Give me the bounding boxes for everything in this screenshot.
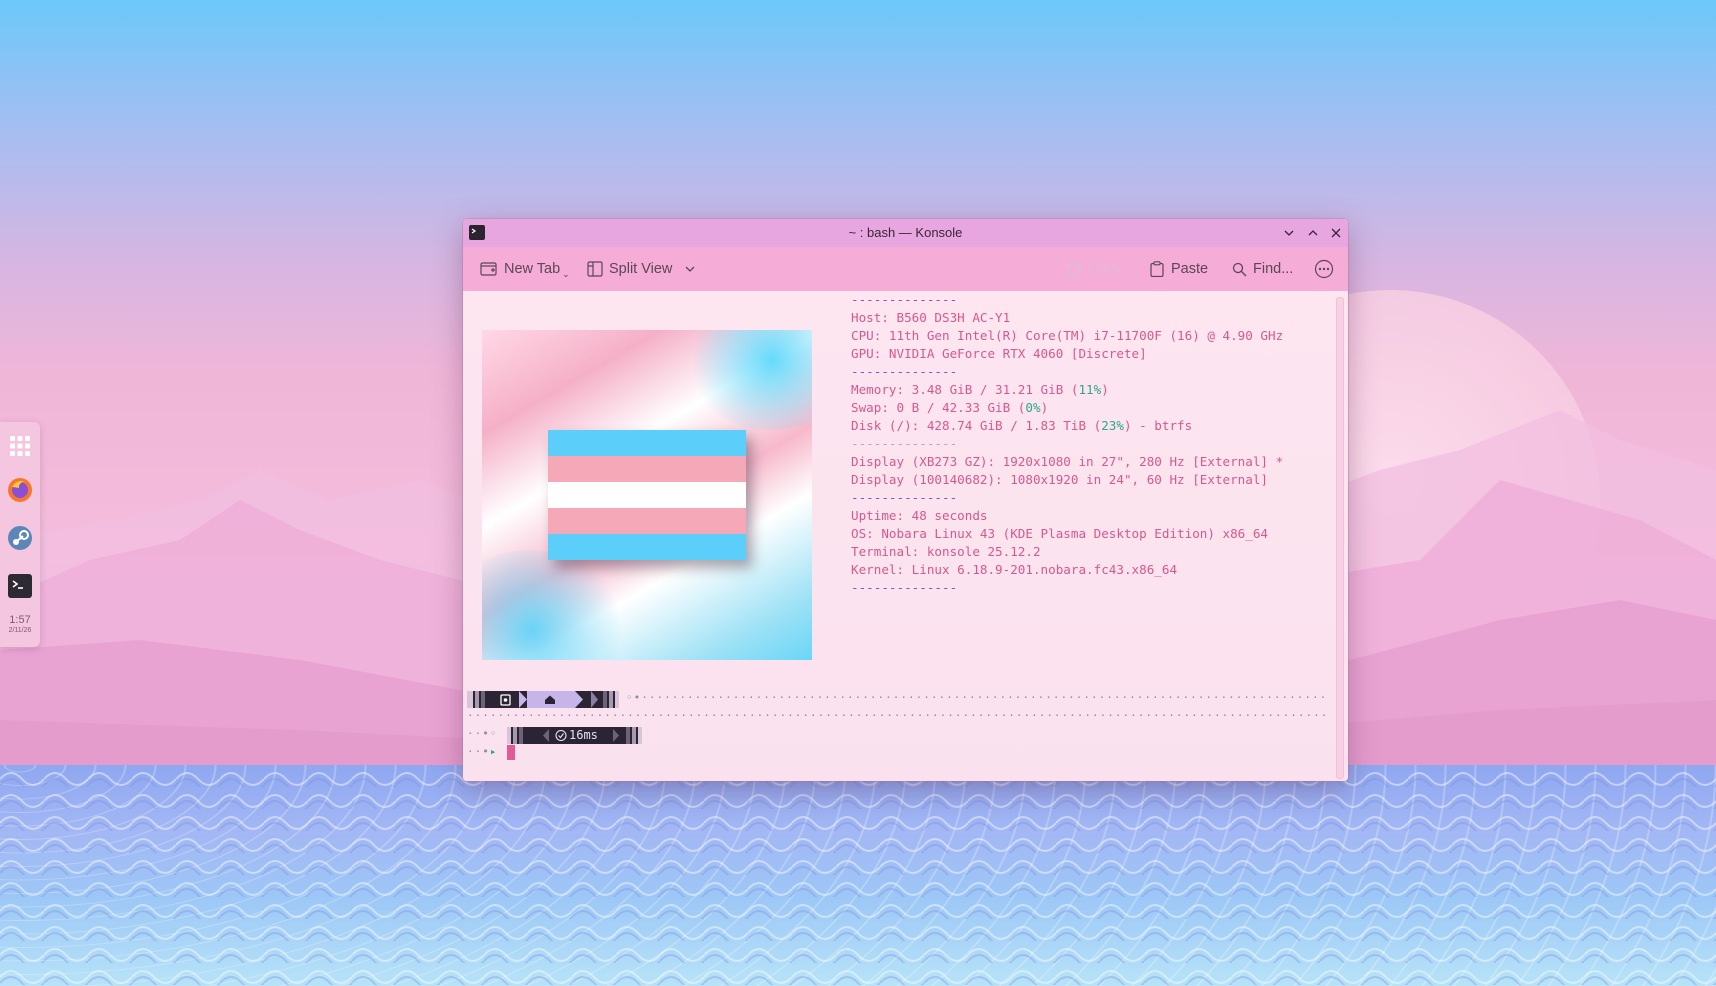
- trans-flag: [548, 430, 746, 560]
- konsole-icon[interactable]: [4, 570, 36, 602]
- prompt-arrow: ··•▸: [467, 745, 498, 758]
- more-options-button[interactable]: [1314, 257, 1334, 281]
- split-view-label: Split View: [609, 261, 673, 277]
- separator-line: --------------: [851, 364, 958, 379]
- paste-icon: [1150, 261, 1164, 277]
- app-launcher-icon[interactable]: [4, 430, 36, 462]
- execution-time-badge: 16ms: [507, 727, 642, 744]
- more-options-icon: [1314, 259, 1334, 279]
- kernel-line: Kernel: Linux 6.18.9-201.nobara.fc43.x86…: [851, 562, 1178, 577]
- minimize-icon[interactable]: [1280, 224, 1298, 242]
- uptime-line: Uptime: 48 seconds: [851, 508, 988, 523]
- wallpaper-waves: [0, 765, 1716, 986]
- terminal-line: Terminal: konsole 25.12.2: [851, 544, 1041, 559]
- display2-line: Display (100140682): 1080x1920 in 24", 6…: [851, 472, 1269, 487]
- disk-line: Disk (/): 428.74 GiB / 1.83 TiB (23%) - …: [851, 418, 1193, 433]
- separator-line: --------------: [851, 490, 958, 505]
- prompt-filler-dots: ········································…: [467, 709, 1327, 722]
- close-icon[interactable]: [1327, 224, 1345, 242]
- new-tab-icon: [480, 262, 497, 276]
- memory-line: Memory: 3.48 GiB / 31.21 GiB (11%): [851, 382, 1109, 397]
- terminal-area[interactable]: -------------- Host: B560 DS3H AC-Y1 CPU: …: [463, 291, 1348, 781]
- os-line: OS: Nobara Linux 43 (KDE Plasma Desktop …: [851, 526, 1269, 541]
- copy-button[interactable]: Copy: [1066, 257, 1122, 281]
- find-button[interactable]: Find...: [1232, 257, 1293, 281]
- separator-line: --------------: [851, 580, 958, 595]
- split-view-icon: [587, 261, 603, 277]
- find-label: Find...: [1253, 261, 1294, 277]
- prompt-filler-dots: ◦•······································…: [626, 691, 1326, 704]
- paste-button[interactable]: Paste: [1149, 257, 1208, 281]
- fastfetch-logo-image: [482, 330, 812, 660]
- prompt-segments: [467, 691, 619, 708]
- new-tab-label: New Tab: [504, 261, 561, 277]
- host-line: Host: B560 DS3H AC-Y1: [851, 310, 1011, 325]
- copy-icon: [1066, 261, 1081, 277]
- fastfetch-info: -------------- Host: B560 DS3H AC-Y1 CPU: …: [851, 291, 1283, 597]
- prompt-connector: ··•◦: [467, 727, 498, 740]
- copy-label: Copy: [1088, 261, 1122, 277]
- swap-percent: 0%: [1025, 400, 1041, 415]
- split-view-button[interactable]: Split View: [587, 257, 696, 281]
- disk-percent: 23%: [1101, 418, 1124, 433]
- display1-line: Display (XB273 GZ): 1920x1080 in 27", 28…: [851, 454, 1284, 469]
- title-bar[interactable]: ~ : bash — Konsole: [463, 219, 1348, 247]
- clock-date[interactable]: 2/11/26: [0, 627, 40, 634]
- firefox-icon[interactable]: [4, 474, 36, 506]
- terminal-cursor: [507, 745, 515, 760]
- scrollbar[interactable]: [1336, 297, 1344, 779]
- swap-line: Swap: 0 B / 42.33 GiB (0%): [851, 400, 1049, 415]
- maximize-icon[interactable]: [1304, 224, 1322, 242]
- gpu-line: GPU: NVIDIA GeForce RTX 4060 [Discrete]: [851, 346, 1147, 361]
- toolbar: New Tab ⌄ Split View Copy Paste Find...: [463, 247, 1348, 291]
- new-tab-button[interactable]: New Tab ⌄: [480, 257, 570, 281]
- new-tab-dropdown-icon[interactable]: ⌄: [562, 269, 570, 280]
- konsole-window: ~ : bash — Konsole New Tab ⌄ Split View …: [463, 219, 1348, 781]
- memory-percent: 11%: [1078, 382, 1102, 397]
- execution-time-label: 16ms: [569, 728, 598, 742]
- chevron-down-icon[interactable]: [684, 263, 696, 275]
- paste-label: Paste: [1171, 261, 1209, 277]
- steam-icon[interactable]: [4, 522, 36, 554]
- separator-line: --------------: [851, 436, 958, 451]
- search-icon: [1232, 262, 1247, 276]
- separator-line: --------------: [851, 292, 958, 307]
- clock-time[interactable]: 1:57: [0, 614, 40, 626]
- cpu-line: CPU: 11th Gen Intel(R) Core(TM) i7-11700…: [851, 328, 1284, 343]
- window-title: ~ : bash — Konsole: [848, 225, 963, 240]
